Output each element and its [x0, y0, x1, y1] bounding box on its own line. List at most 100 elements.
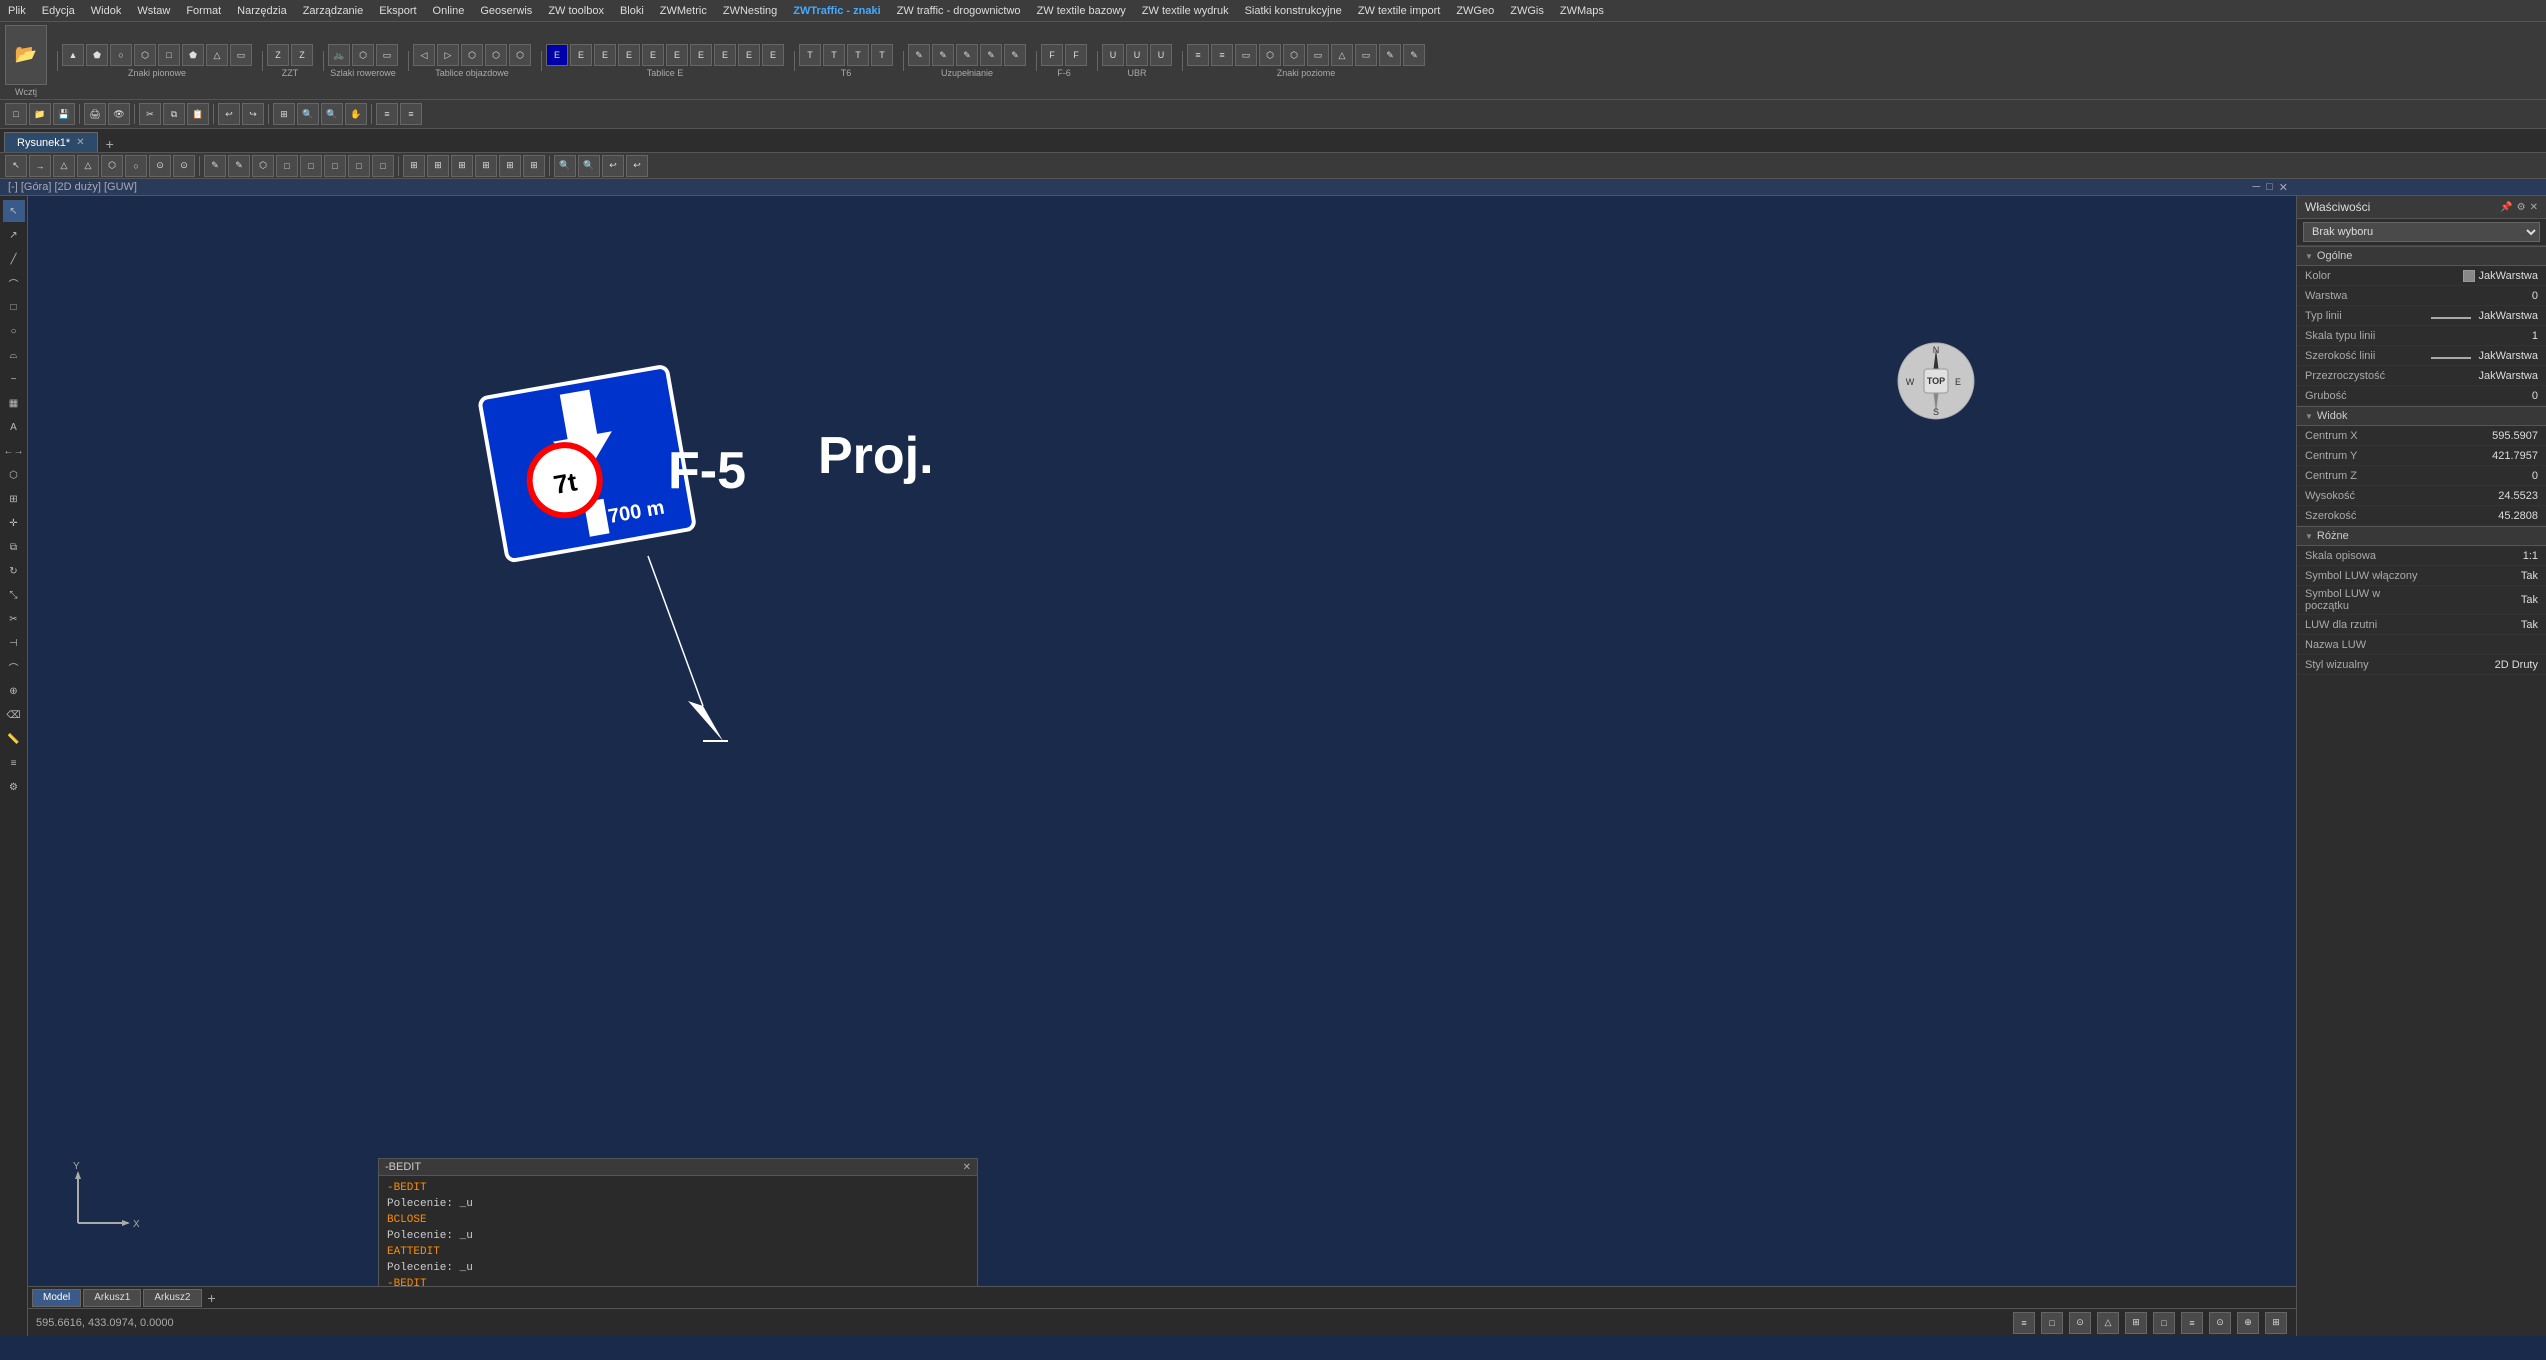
icon-tb-18[interactable]: ⊞	[427, 155, 449, 177]
icon-tb-16[interactable]: □	[372, 155, 394, 177]
tab-close-btn[interactable]: ✕	[76, 137, 84, 148]
tool-settings[interactable]: ⚙	[3, 776, 25, 798]
icon-tb-26[interactable]: ↩	[626, 155, 648, 177]
tool-explode[interactable]: ⊕	[3, 680, 25, 702]
menu-zarzadzanie[interactable]: Zarządzanie	[295, 3, 372, 19]
btn-uzup-2[interactable]: ✎	[932, 44, 954, 66]
window-close[interactable]: ✕	[2279, 181, 2288, 194]
btn-zp-2[interactable]: ≡	[1211, 44, 1233, 66]
btn-zp-7[interactable]: △	[1331, 44, 1353, 66]
redo-btn[interactable]: ↪	[242, 103, 264, 125]
btn-zzt-2[interactable]: Z	[291, 44, 313, 66]
zoom-out-btn[interactable]: 🔍	[321, 103, 343, 125]
wcztj-btn[interactable]: 📂	[5, 25, 47, 85]
icon-tb-23[interactable]: 🔍	[554, 155, 576, 177]
section-widok[interactable]: ▼ Widok	[2297, 406, 2546, 426]
tool-pointer[interactable]: ↗	[3, 224, 25, 246]
btn-zp-8[interactable]: ▭	[1355, 44, 1377, 66]
icon-tb-20[interactable]: ⊞	[475, 155, 497, 177]
icon-tb-7[interactable]: ⊙	[149, 155, 171, 177]
btn-zp-9[interactable]: ✎	[1379, 44, 1401, 66]
btn-tobj-2[interactable]: ▷	[437, 44, 459, 66]
status-btn-8[interactable]: ⊙	[2209, 1312, 2231, 1334]
preview-btn[interactable]: 👁	[108, 103, 130, 125]
menu-textile-import[interactable]: ZW textile import	[1350, 3, 1449, 19]
btn-znaki-4[interactable]: ⬡	[134, 44, 156, 66]
tab-add-bottom[interactable]: +	[204, 1290, 220, 1306]
btn-te-2[interactable]: E	[570, 44, 592, 66]
status-btn-1[interactable]: ≡	[2013, 1312, 2035, 1334]
save-btn[interactable]: 💾	[53, 103, 75, 125]
menu-textile-wydruk[interactable]: ZW textile wydruk	[1134, 3, 1237, 19]
menu-bloki[interactable]: Bloki	[612, 3, 652, 19]
window-minimize[interactable]: ─	[2252, 181, 2260, 194]
object-selector[interactable]: Brak wyboru	[2303, 222, 2540, 242]
btn-zp-3[interactable]: ▭	[1235, 44, 1257, 66]
btn-t6-4[interactable]: T	[871, 44, 893, 66]
menu-narzedzia[interactable]: Narzędzia	[229, 3, 295, 19]
tab-model[interactable]: Model	[32, 1289, 81, 1307]
status-btn-5[interactable]: ⊞	[2125, 1312, 2147, 1334]
btn-znaki-8[interactable]: ▭	[230, 44, 252, 66]
menu-zwmaps[interactable]: ZWMaps	[1552, 3, 1612, 19]
menu-zwtraffic-znaki[interactable]: ZWTraffic - znaki	[785, 3, 888, 19]
tool-attr[interactable]: ⊞	[3, 488, 25, 510]
btn-t6-1[interactable]: T	[799, 44, 821, 66]
icon-tb-12[interactable]: □	[276, 155, 298, 177]
status-btn-7[interactable]: ≡	[2181, 1312, 2203, 1334]
tool-hatch[interactable]: ▦	[3, 392, 25, 414]
btn-uzup-5[interactable]: ✎	[1004, 44, 1026, 66]
section-rozne[interactable]: ▼ Różne	[2297, 526, 2546, 546]
zoom-extent-btn[interactable]: ⊞	[273, 103, 295, 125]
canvas-area[interactable]: 7t 700 m F-5 Proj.	[28, 196, 2296, 1336]
section-ogolne[interactable]: ▼ Ogólne	[2297, 246, 2546, 266]
icon-tb-9[interactable]: ✎	[204, 155, 226, 177]
tool-circle[interactable]: ○	[3, 320, 25, 342]
properties-btn[interactable]: ≡	[400, 103, 422, 125]
copy-btn[interactable]: ⧉	[163, 103, 185, 125]
menu-eksport[interactable]: Eksport	[371, 3, 424, 19]
status-btn-10[interactable]: ⊞	[2265, 1312, 2287, 1334]
command-close-btn[interactable]: ✕	[963, 1162, 971, 1173]
tab-rysunek1[interactable]: Rysunek1* ✕	[4, 132, 98, 152]
btn-zp-5[interactable]: ⬡	[1283, 44, 1305, 66]
menu-wstaw[interactable]: Wstaw	[129, 3, 178, 19]
btn-zp-4[interactable]: ⬡	[1259, 44, 1281, 66]
icon-tb-17[interactable]: ⊞	[403, 155, 425, 177]
btn-zp-1[interactable]: ≡	[1187, 44, 1209, 66]
btn-te-7[interactable]: E	[690, 44, 712, 66]
new-btn[interactable]: □	[5, 103, 27, 125]
btn-uzup-3[interactable]: ✎	[956, 44, 978, 66]
icon-tb-15[interactable]: □	[348, 155, 370, 177]
tool-trim[interactable]: ✂	[3, 608, 25, 630]
btn-znaki-3[interactable]: ○	[110, 44, 132, 66]
tool-measure[interactable]: 📏	[3, 728, 25, 750]
menu-plik[interactable]: Plik	[0, 3, 34, 19]
tool-arc[interactable]: ⌓	[3, 344, 25, 366]
menu-online[interactable]: Online	[425, 3, 473, 19]
menu-geoserwis[interactable]: Geoserwis	[472, 3, 540, 19]
tab-arkusz1[interactable]: Arkusz1	[83, 1289, 141, 1307]
tool-fillet[interactable]: ⌒	[3, 656, 25, 678]
status-btn-6[interactable]: □	[2153, 1312, 2175, 1334]
icon-tb-14[interactable]: □	[324, 155, 346, 177]
menu-widok[interactable]: Widok	[83, 3, 130, 19]
icon-tb-21[interactable]: ⊞	[499, 155, 521, 177]
icon-tb-8[interactable]: ⊙	[173, 155, 195, 177]
tool-erase[interactable]: ⌫	[3, 704, 25, 726]
menu-format[interactable]: Format	[178, 3, 229, 19]
tool-spline[interactable]: ~	[3, 368, 25, 390]
zoom-in-btn[interactable]: 🔍	[297, 103, 319, 125]
btn-szlaki-2[interactable]: ⬡	[352, 44, 374, 66]
btn-te-10[interactable]: E	[762, 44, 784, 66]
icon-tb-19[interactable]: ⊞	[451, 155, 473, 177]
btn-szlaki-1[interactable]: 🚲	[328, 44, 350, 66]
menu-zwgeo[interactable]: ZWGeo	[1448, 3, 1502, 19]
btn-zp-10[interactable]: ✎	[1403, 44, 1425, 66]
cut-btn[interactable]: ✂	[139, 103, 161, 125]
btn-znaki-5[interactable]: □	[158, 44, 180, 66]
tab-add-btn[interactable]: +	[100, 136, 120, 152]
btn-te-9[interactable]: E	[738, 44, 760, 66]
icon-tb-10[interactable]: ✎	[228, 155, 250, 177]
status-btn-3[interactable]: ⊙	[2069, 1312, 2091, 1334]
